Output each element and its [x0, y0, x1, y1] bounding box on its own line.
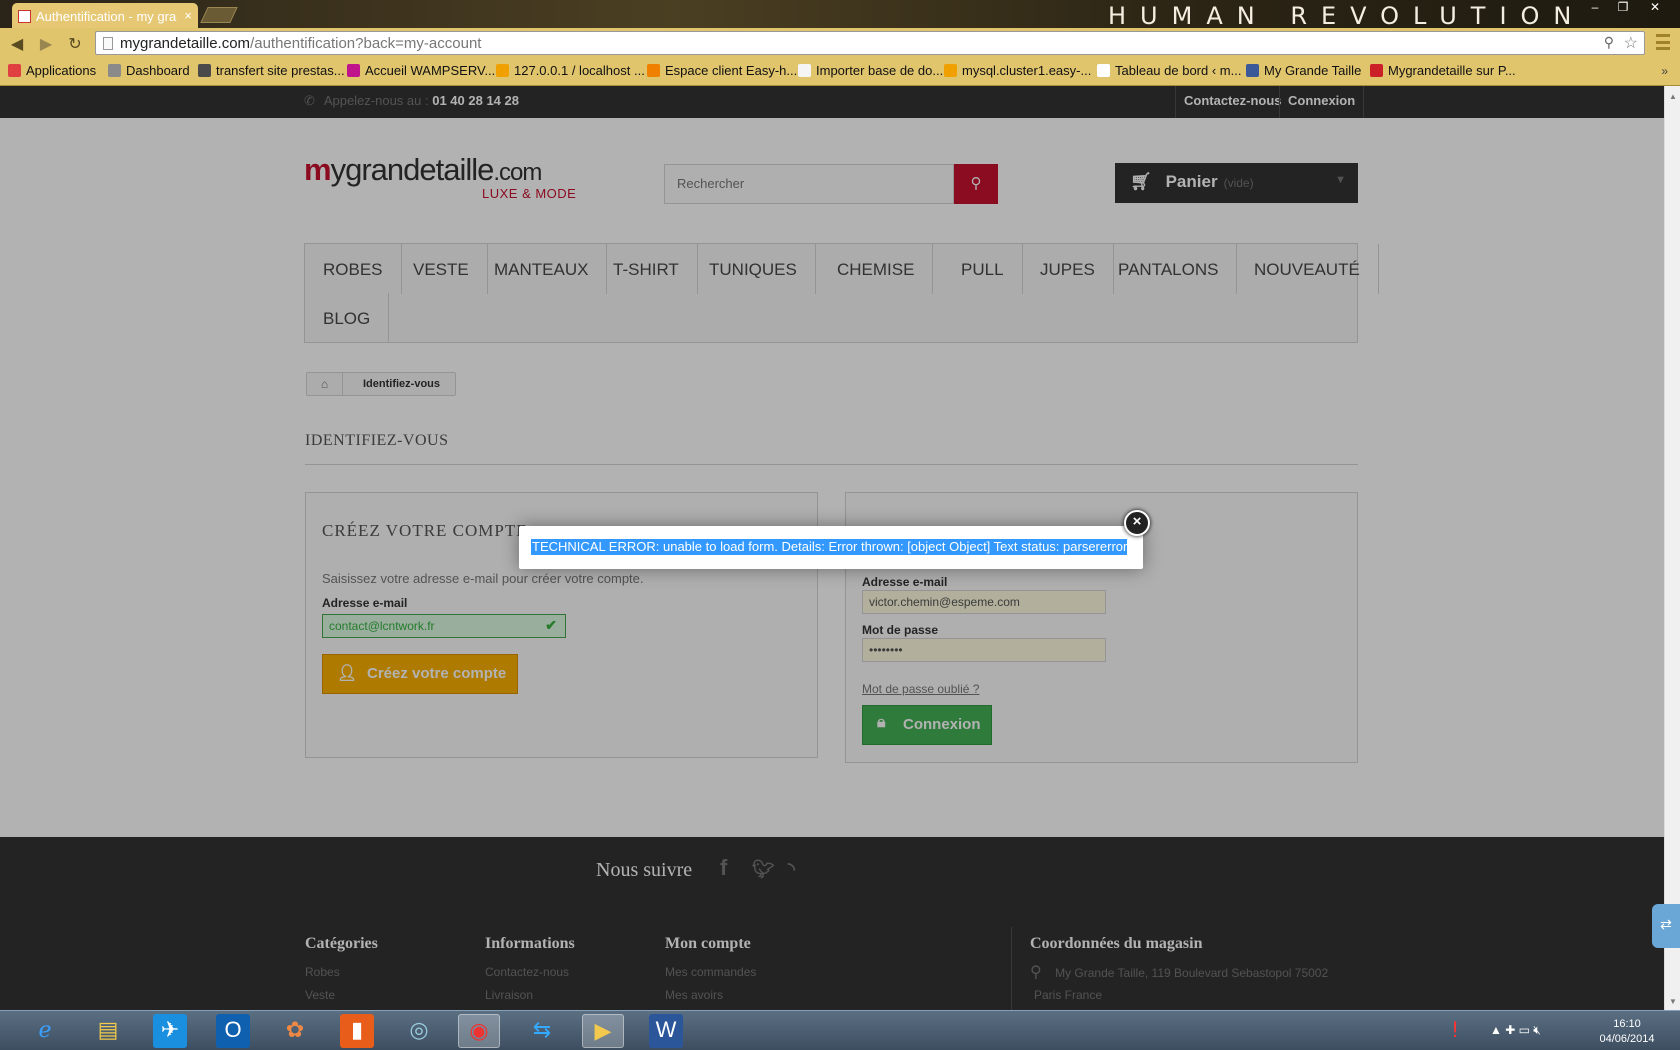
bookmark-favicon-icon — [108, 64, 121, 77]
clock-date: 04/06/2014 — [1599, 1033, 1655, 1045]
system-clock[interactable]: 16:10 04/06/2014 — [1592, 1017, 1662, 1047]
bookmark-item[interactable]: Accueil WAMPSERV... — [347, 63, 495, 78]
bookmark-label: Espace client Easy-h... — [665, 63, 798, 78]
bookmark-label: Mygrandetaille sur P... — [1388, 63, 1516, 78]
bookmark-label: Accueil WAMPSERV... — [365, 63, 496, 78]
error-message: TECHNICAL ERROR: unable to load form. De… — [531, 539, 1128, 555]
error-dialog: TECHNICAL ERROR: unable to load form. De… — [519, 510, 1150, 569]
bookmark-label: Dashboard — [126, 63, 190, 78]
scroll-up-icon[interactable]: ▲ — [1669, 92, 1677, 101]
url-path: /authentification?back=my-account — [250, 35, 482, 52]
bookmark-favicon-icon — [8, 64, 21, 77]
browser-toolbar: ◀ ▶ ↻ mygrandetaille.com/authentificatio… — [0, 28, 1680, 58]
teamviewer-panel-icon[interactable]: ⇄ — [1652, 904, 1680, 948]
bookmark-label: My Grande Taille — [1264, 63, 1362, 78]
system-tray[interactable]: ▲ ✚ ▭ 🔇︎ — [1490, 1023, 1541, 1038]
bookmark-label: mysql.cluster1.easy-... — [962, 63, 1092, 78]
audio-app-icon[interactable]: ▮ — [340, 1014, 374, 1048]
bookmark-item[interactable]: 127.0.0.1 / localhost ... — [496, 63, 645, 78]
word-icon[interactable]: W — [649, 1014, 683, 1048]
page-scrollbar[interactable]: ▲ ▼ — [1664, 86, 1680, 1010]
scroll-down-icon[interactable]: ▼ — [1669, 997, 1677, 1006]
bookmarks-bar: » Applications Dashboard transfert site pr… — [0, 58, 1680, 86]
notification-alert-icon[interactable]: ! — [1440, 1014, 1470, 1048]
bookmark-label: Importer base de do... — [816, 63, 944, 78]
bookmark-item[interactable]: Applications — [8, 63, 96, 78]
maximize-button[interactable]: ❐ — [1610, 0, 1636, 18]
teamviewer-icon[interactable]: ⇆ — [521, 1014, 563, 1048]
minimize-button[interactable]: – — [1582, 0, 1608, 18]
bookmark-item[interactable]: My Grande Taille — [1246, 63, 1361, 78]
bookmark-label: transfert site prestas... — [216, 63, 345, 78]
photo-app-icon[interactable]: ✿ — [274, 1014, 316, 1048]
chrome-menu-icon[interactable] — [1656, 34, 1670, 50]
bookmark-favicon-icon — [1097, 64, 1110, 77]
bookmark-label: 127.0.0.1 / localhost ... — [514, 63, 645, 78]
address-bar[interactable]: mygrandetaille.com/authentification?back… — [95, 31, 1645, 55]
web-page: ✆ Appelez-nous au : 01 40 28 14 28 Conta… — [0, 86, 1664, 1010]
browser-chrome: Authentification - my gra × HUMAN REVOLU… — [0, 0, 1680, 86]
bookmarks-overflow-icon[interactable]: » — [1661, 64, 1668, 78]
back-button[interactable]: ◀ — [7, 34, 27, 54]
bookmark-favicon-icon — [198, 64, 211, 77]
bookmark-star-icon[interactable]: ☆ — [1624, 33, 1638, 53]
bookmark-favicon-icon — [647, 64, 660, 77]
theme-brand-text: HUMAN REVOLUTION — [1108, 2, 1586, 30]
forward-button[interactable]: ▶ — [36, 34, 56, 54]
bookmark-favicon-icon — [798, 64, 811, 77]
bookmark-item[interactable]: Espace client Easy-h... — [647, 63, 797, 78]
reload-button[interactable]: ↻ — [65, 34, 85, 54]
chrome-icon[interactable]: ◉ — [458, 1014, 500, 1048]
video-app-icon[interactable]: ▶ — [582, 1014, 624, 1048]
file-explorer-icon[interactable]: ▤ — [87, 1014, 129, 1048]
tab-title: Authentification - my gra — [36, 9, 177, 24]
close-window-button[interactable]: ✕ — [1642, 0, 1668, 18]
bookmark-item[interactable]: Dashboard — [108, 63, 190, 78]
bookmark-favicon-icon — [1246, 64, 1259, 77]
bookmark-favicon-icon — [944, 64, 957, 77]
outlook-icon[interactable]: O — [216, 1014, 250, 1048]
filezilla-icon[interactable]: ✈ — [153, 1014, 187, 1048]
bookmark-item[interactable]: Importer base de do... — [798, 63, 943, 78]
bookmark-favicon-icon — [1370, 64, 1383, 77]
browser-tab[interactable]: Authentification - my gra × — [12, 3, 198, 28]
tab-close-icon[interactable]: × — [184, 8, 192, 23]
bookmark-favicon-icon — [347, 64, 360, 77]
taskbar: ℯ ▤ ✈ O ✿ ▮ ◎ ◉ ⇆ ▶ W ! ▲ ✚ ▭ 🔇︎ 16:10 0… — [0, 1010, 1680, 1050]
bookmark-label: Tableau de bord ‹ m... — [1115, 63, 1242, 78]
url-host: mygrandetaille.com — [120, 35, 251, 52]
page-icon — [103, 37, 113, 50]
new-tab-button[interactable] — [200, 7, 238, 23]
safari-icon[interactable]: ◎ — [398, 1014, 440, 1048]
bookmark-favicon-icon — [496, 64, 509, 77]
bookmark-item[interactable]: mysql.cluster1.easy-... — [944, 63, 1091, 78]
close-icon[interactable]: × — [1124, 510, 1150, 536]
bookmark-item[interactable]: Mygrandetaille sur P... — [1370, 63, 1516, 78]
bookmark-label: Applications — [26, 63, 97, 78]
bookmark-item[interactable]: transfert site prestas... — [198, 63, 345, 78]
search-icon[interactable]: ⚲ — [1604, 34, 1614, 51]
internet-explorer-icon[interactable]: ℯ — [24, 1014, 66, 1048]
site-favicon-icon — [18, 10, 31, 23]
title-bar: Authentification - my gra × HUMAN REVOLU… — [0, 0, 1680, 30]
bookmark-item[interactable]: Tableau de bord ‹ m... — [1097, 63, 1241, 78]
clock-time: 16:10 — [1613, 1018, 1641, 1030]
